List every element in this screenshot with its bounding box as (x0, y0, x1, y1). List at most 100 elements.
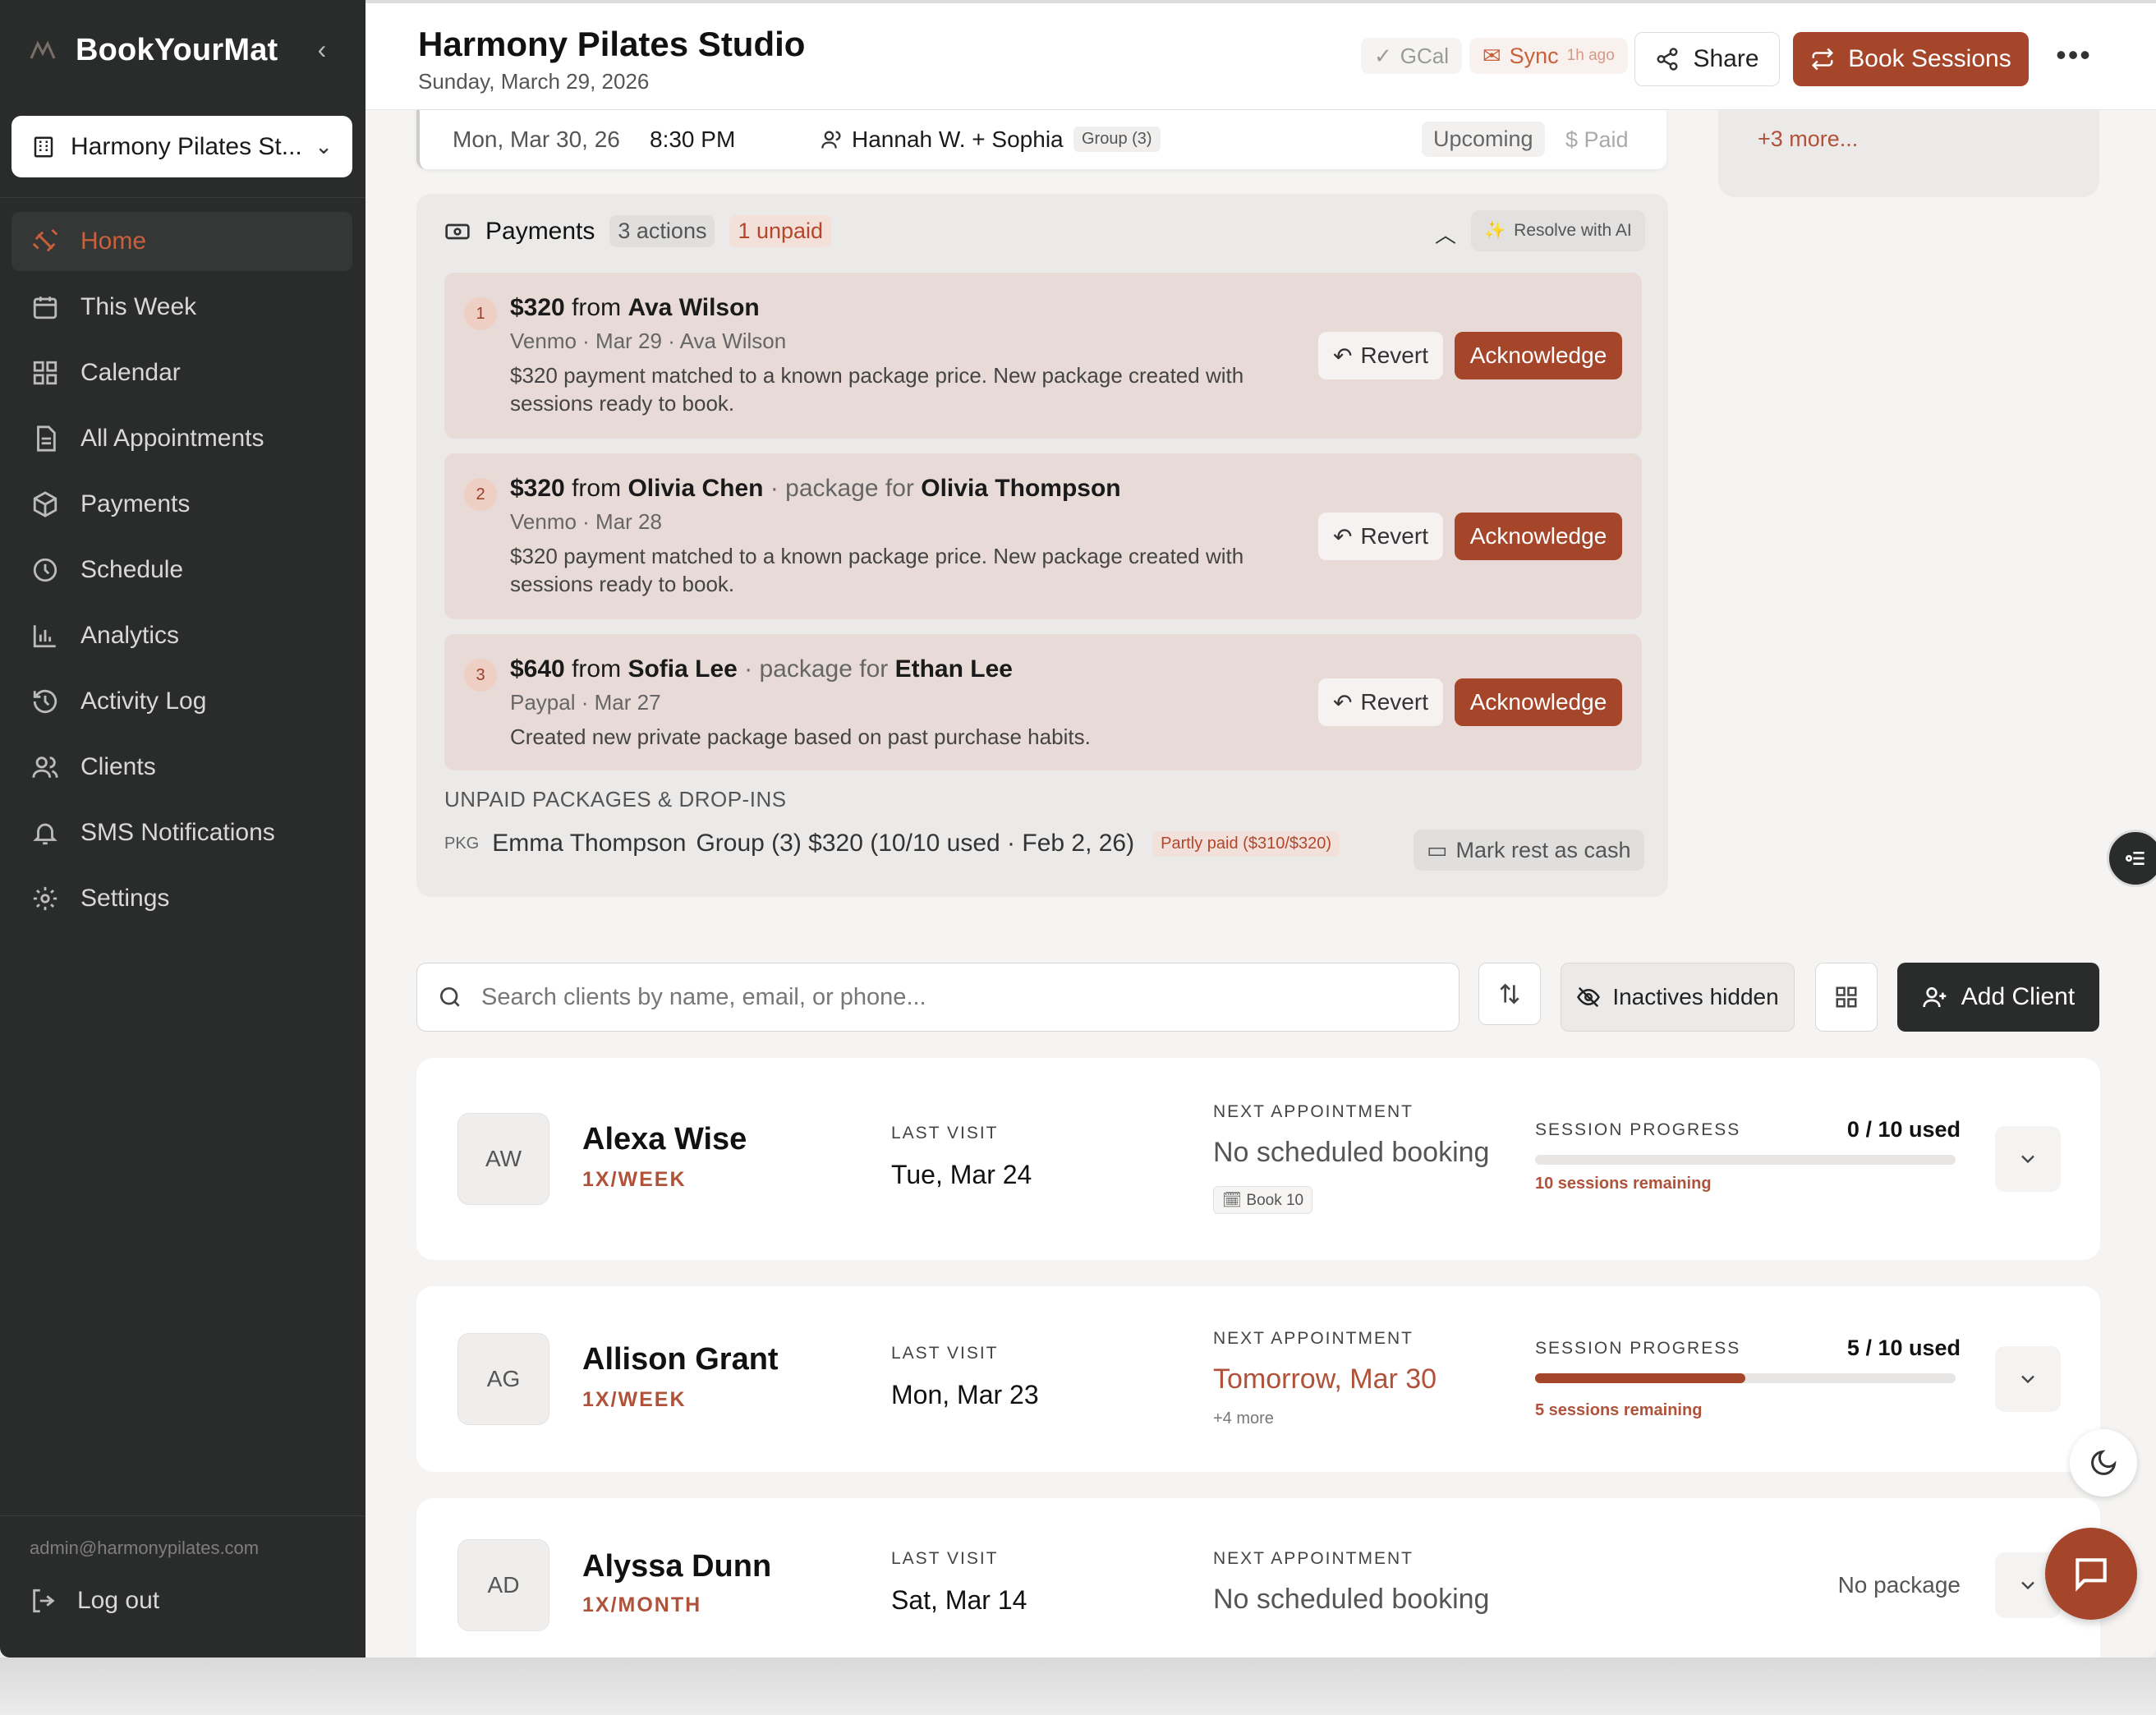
expand-row-button[interactable] (1995, 1346, 2061, 1412)
client-name: Alyssa Dunn (582, 1549, 772, 1584)
search-input[interactable] (481, 983, 1426, 1011)
dumbbell-icon (32, 228, 58, 252)
session-progress-bar (1535, 1373, 1956, 1383)
unpaid-badge: 1 unpaid (729, 215, 832, 247)
next-appointment-label: NEXT APPOINTMENT (1213, 1549, 1414, 1568)
client-search[interactable] (416, 963, 1460, 1032)
acknowledge-button[interactable]: Acknowledge (1455, 513, 1622, 560)
undo-icon: ↶ (1333, 523, 1353, 549)
book-sessions-button[interactable]: Book Sessions (1793, 32, 2029, 86)
studio-selector-label: Harmony Pilates St... (71, 132, 301, 160)
inactives-toggle[interactable]: Inactives hidden (1561, 963, 1795, 1032)
sidebar-item-label: All Appointments (80, 425, 264, 452)
sidebar-item-label: SMS Notifications (80, 819, 275, 846)
package-tag: PKG (444, 834, 480, 853)
sidebar-item-settings[interactable]: Settings (11, 869, 352, 928)
building-icon (34, 136, 53, 157)
brand[interactable]: BookYourMat (28, 33, 278, 68)
last-visit-label: LAST VISIT (891, 1124, 999, 1143)
payment-amount: $320 (510, 475, 565, 502)
no-package-label: No package (1837, 1572, 1961, 1598)
appointment-group-badge: Group (3) (1073, 126, 1161, 152)
appointment-paid: $ Paid (1565, 126, 1629, 152)
more-options-icon[interactable]: ••• (2053, 40, 2094, 76)
sidebar-item-sms-notifications[interactable]: SMS Notifications (11, 803, 352, 862)
next-appointment-value[interactable]: Tomorrow, Mar 30 (1213, 1363, 1437, 1395)
payment-title: $320 from Ava Wilson (510, 294, 760, 322)
sidebar-item-all-appointments[interactable]: All Appointments (11, 409, 352, 468)
moon-icon[interactable] (2070, 1429, 2137, 1497)
admin-email: admin@harmonypilates.com (30, 1538, 260, 1558)
sidebar-item-payments[interactable]: Payments (11, 475, 352, 534)
payment-number: 2 (464, 478, 497, 511)
resolve-with-ai-button[interactable]: ✨ Resolve with AI (1471, 210, 1645, 251)
upcoming-side-card: +3 more... (1718, 110, 2099, 197)
gcal-status[interactable]: ✓ GCal (1361, 38, 1463, 74)
chevron-down-icon (2021, 1155, 2034, 1164)
payments-title: Payments (485, 217, 595, 245)
share-button[interactable]: Share (1634, 32, 1780, 86)
last-visit-label: LAST VISIT (891, 1344, 999, 1363)
add-client-button[interactable]: Add Client (1897, 963, 2099, 1032)
sort-icon (1500, 983, 1519, 1005)
sidebar-item-label: Calendar (80, 359, 181, 386)
collapse-sidebar-icon[interactable]: ‹ (306, 33, 338, 66)
sidebar-item-home[interactable]: Home (11, 212, 352, 271)
revert-button[interactable]: ↶ Revert (1318, 332, 1443, 379)
unpaid-client-name: Emma Thompson (492, 830, 687, 857)
avatar: AW (457, 1113, 549, 1205)
sort-button[interactable] (1478, 963, 1541, 1025)
page-header: Harmony Pilates Studio Sunday, March 29,… (365, 0, 2156, 110)
sync-status[interactable]: ✉ Sync 1h ago (1469, 38, 1628, 74)
sidebar-item-analytics[interactable]: Analytics (11, 606, 352, 665)
sidebar-item-calendar[interactable]: Calendar (11, 343, 352, 402)
mark-rest-as-cash-label: Mark rest as cash (1455, 837, 1631, 862)
sidebar-item-this-week[interactable]: This Week (11, 278, 352, 337)
book-sessions-chip-label: Book 10 (1246, 1192, 1304, 1209)
payment-from-word: from (572, 475, 622, 502)
chevron-down-icon (2021, 1375, 2034, 1384)
studio-selector[interactable]: Harmony Pilates St... ⌄ (11, 116, 352, 177)
mark-rest-as-cash-button[interactable]: ▭ Mark rest as cash (1414, 830, 1644, 871)
sidebar-item-clients[interactable]: Clients (11, 738, 352, 797)
chat-icon[interactable] (2045, 1528, 2137, 1620)
revert-button[interactable]: ↶ Revert (1318, 678, 1443, 726)
payment-amount: $640 (510, 655, 565, 683)
acknowledge-button[interactable]: Acknowledge (1455, 332, 1622, 379)
cash-icon: ▭ (1427, 837, 1448, 862)
logout-button[interactable]: Log out (30, 1587, 159, 1615)
acknowledge-button[interactable]: Acknowledge (1455, 678, 1622, 726)
sidebar-item-activity-log[interactable]: Activity Log (11, 672, 352, 731)
payment-title: $320 from Olivia Chen · package for Oliv… (510, 475, 1121, 503)
eye-off-icon (1577, 986, 1601, 1008)
unpaid-package-row[interactable]: PKG Emma Thompson Group (3) $320 (10/10 … (444, 830, 1340, 858)
sync-ago: 1h ago (1566, 47, 1615, 64)
payment-meta: Venmo · Mar 28 (510, 509, 662, 534)
unpaid-detail: Group (3) $320 (10/10 used · Feb 2, 26) (696, 830, 1135, 857)
sidebar-item-schedule[interactable]: Schedule (11, 540, 352, 600)
more-link[interactable]: +3 more... (1758, 126, 1858, 152)
client-frequency: 1X/MONTH (582, 1593, 702, 1616)
book-sessions-chip[interactable]: 🗓 Book 10 (1213, 1186, 1313, 1214)
repeat-icon (1812, 48, 1834, 71)
filter-list-icon[interactable] (2107, 830, 2156, 887)
grid-icon (1836, 986, 1857, 1008)
session-progress-label: SESSION PROGRESS (1535, 1120, 1741, 1139)
brand-logo-icon (28, 39, 57, 63)
chevron-up-icon[interactable]: ︿ (1435, 218, 1456, 249)
sidebar-item-label: Analytics (80, 622, 180, 649)
more-appointments[interactable]: +4 more (1213, 1409, 1274, 1428)
grid-view-button[interactable] (1815, 963, 1878, 1032)
expand-row-button[interactable] (1995, 1126, 2061, 1192)
bell-icon (33, 823, 57, 845)
client-card[interactable]: AG Allison Grant 1X/WEEK LAST VISIT Mon,… (416, 1286, 2100, 1472)
client-card[interactable]: AW Alexa Wise 1X/WEEK LAST VISIT Tue, Ma… (416, 1058, 2100, 1260)
chevron-down-icon (2021, 1581, 2034, 1590)
appointment-row[interactable]: Mon, Mar 30, 26 8:30 PM Hannah W. + Soph… (416, 110, 1666, 169)
unpaid-heading: UNPAID PACKAGES & DROP-INS (444, 787, 787, 812)
client-card[interactable]: AD Alyssa Dunn 1X/MONTH LAST VISIT Sat, … (416, 1498, 2100, 1658)
payment-number: 1 (464, 297, 497, 330)
revert-button[interactable]: ↶ Revert (1318, 513, 1443, 560)
sparkles-icon: ✨ (1484, 221, 1506, 240)
sidebar-item-label: Schedule (80, 556, 184, 583)
